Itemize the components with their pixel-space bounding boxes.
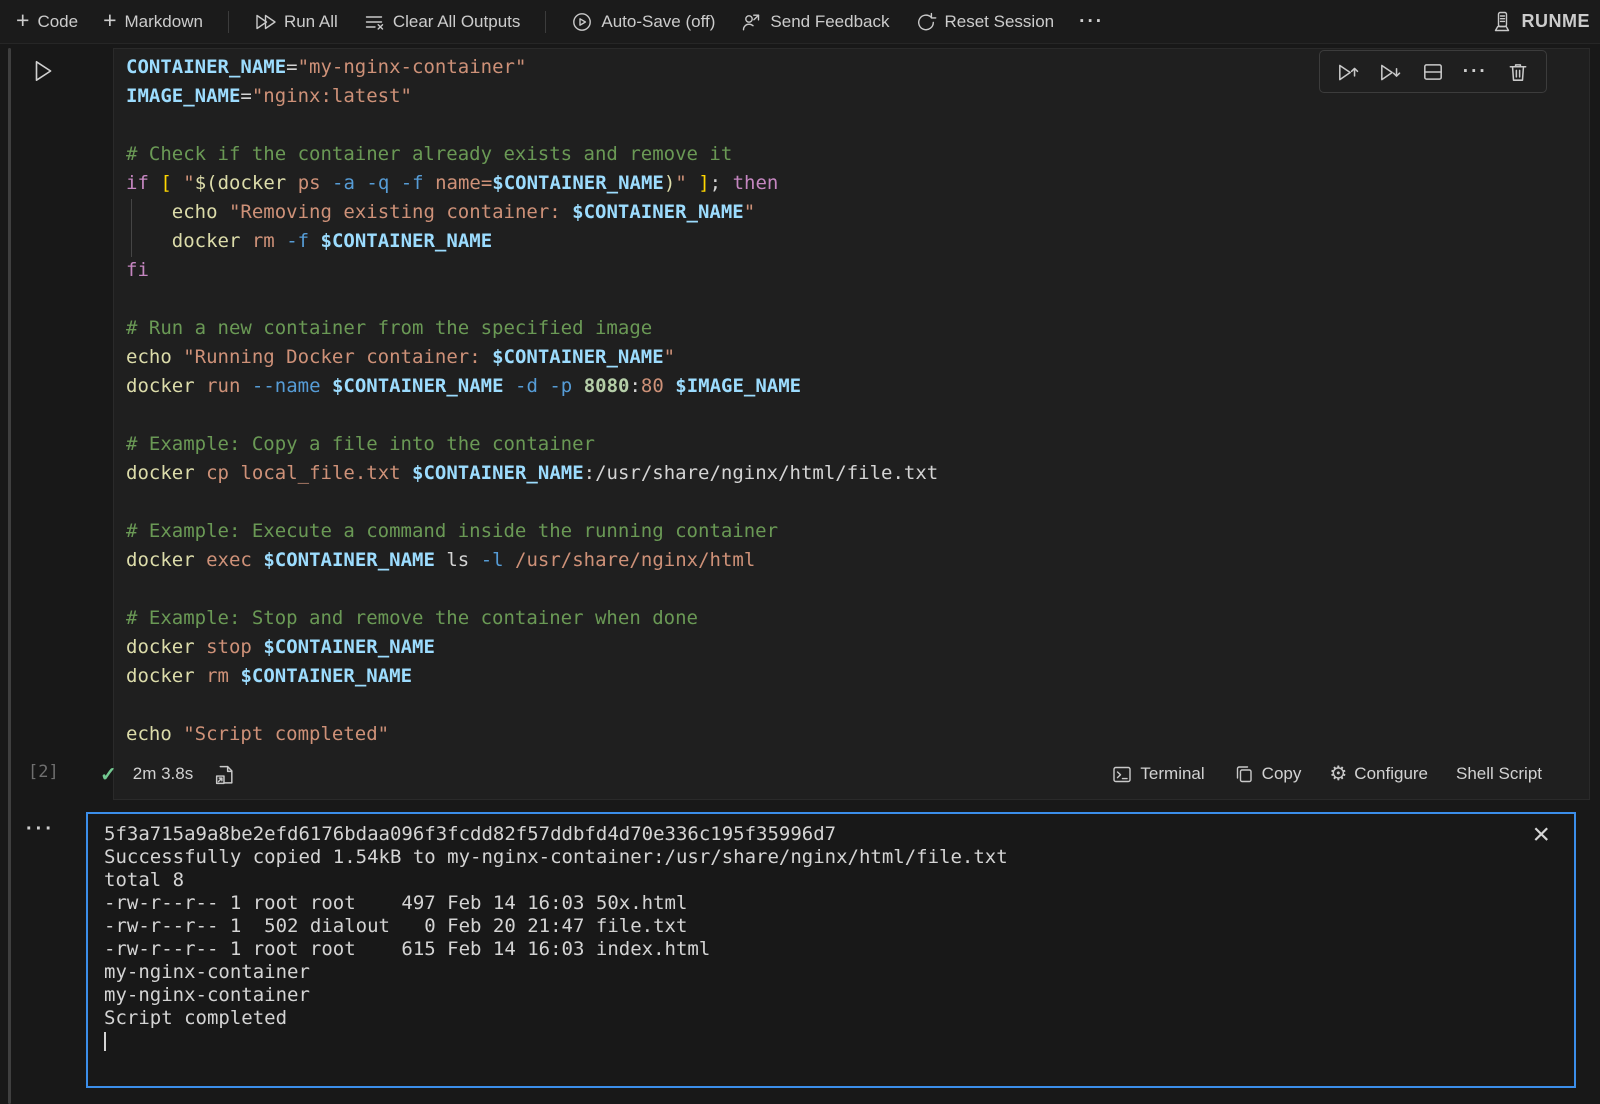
run-all-icon <box>254 11 276 33</box>
language-picker[interactable]: Shell Script <box>1456 764 1542 784</box>
success-check-icon: ✓ <box>100 762 117 787</box>
cell-toolbar: ··· <box>1319 50 1547 93</box>
configure-button[interactable]: ⚙ Configure <box>1329 764 1428 784</box>
output-line: -rw-r--r-- 1 root root 615 Feb 14 16:03 … <box>104 938 1008 961</box>
ellipsis-icon: ··· <box>1079 11 1104 33</box>
send-feedback-label: Send Feedback <box>770 12 889 32</box>
terminal-output: 5f3a715a9a8be2efd6176bdaa096f3fcdd82f57d… <box>104 823 1008 1053</box>
code-line: docker stop $CONTAINER_NAME <box>126 633 1583 662</box>
open-output-icon[interactable] <box>213 763 236 786</box>
language-label: Shell Script <box>1456 764 1542 784</box>
toolbar-separator <box>228 11 229 33</box>
execution-count: [2] <box>28 762 59 782</box>
run-below-button[interactable] <box>1378 60 1402 84</box>
reset-session-label: Reset Session <box>945 12 1055 32</box>
code-editor[interactable]: CONTAINER_NAME="my-nginx-container"IMAGE… <box>126 53 1583 749</box>
code-line: if [ "$(docker ps -a -q -f name=$CONTAIN… <box>126 169 1583 198</box>
code-line: # Check if the container already exists … <box>126 140 1583 169</box>
code-line: echo "Removing existing container: $CONT… <box>126 198 1583 227</box>
cell-status-actions: Terminal Copy ⚙ Configure Shell Script <box>1111 763 1586 785</box>
code-line: docker rm $CONTAINER_NAME <box>126 662 1583 691</box>
close-output-icon[interactable]: × <box>1532 820 1550 850</box>
plus-icon: + <box>16 9 29 32</box>
gear-icon: ⚙ <box>1329 764 1347 784</box>
copy-button[interactable]: Copy <box>1233 763 1302 785</box>
terminal-cursor <box>104 1032 106 1051</box>
code-line: # Example: Copy a file into the containe… <box>126 430 1583 459</box>
code-line <box>126 401 1583 430</box>
add-markdown-label: Markdown <box>125 12 203 32</box>
terminal-label: Terminal <box>1140 764 1204 784</box>
code-cell: CONTAINER_NAME="my-nginx-container"IMAGE… <box>113 48 1590 800</box>
delete-cell-button[interactable] <box>1506 60 1530 84</box>
output-line: -rw-r--r-- 1 root root 497 Feb 14 16:03 … <box>104 892 1008 915</box>
reset-session-icon <box>915 11 937 33</box>
code-line <box>126 575 1583 604</box>
output-line: my-nginx-container <box>104 961 1008 984</box>
output-line: Successfully copied 1.54kB to my-nginx-c… <box>104 846 1008 869</box>
clear-all-outputs-label: Clear All Outputs <box>393 12 521 32</box>
run-all-button[interactable]: Run All <box>254 11 338 33</box>
add-code-label: Code <box>37 12 78 32</box>
cell-output-panel[interactable]: × 5f3a715a9a8be2efd6176bdaa096f3fcdd82f5… <box>86 812 1576 1088</box>
code-line: # Run a new container from the specified… <box>126 314 1583 343</box>
code-line: docker exec $CONTAINER_NAME ls -l /usr/s… <box>126 546 1583 575</box>
toolbar-separator <box>545 11 546 33</box>
toolbar-more-button[interactable]: ··· <box>1079 11 1104 33</box>
ellipsis-icon: ··· <box>1463 61 1488 83</box>
run-above-button[interactable] <box>1336 60 1360 84</box>
output-options-button[interactable]: ··· <box>26 818 55 841</box>
reset-session-button[interactable]: Reset Session <box>915 11 1055 33</box>
runme-brand-label: RUNME <box>1522 11 1591 32</box>
split-cell-button[interactable] <box>1421 60 1445 84</box>
execution-duration: 2m 3.8s <box>133 764 193 784</box>
auto-save-icon <box>571 11 593 33</box>
output-line: 5f3a715a9a8be2efd6176bdaa096f3fcdd82f57d… <box>104 823 1008 846</box>
code-line: docker rm -f $CONTAINER_NAME <box>126 227 1583 256</box>
notebook-toolbar: + Code + Markdown Run All Clear All Outp… <box>0 0 1600 44</box>
terminal-icon <box>1111 763 1133 785</box>
code-line: # Example: Stop and remove the container… <box>126 604 1583 633</box>
code-line: echo "Running Docker container: $CONTAIN… <box>126 343 1583 372</box>
terminal-button[interactable]: Terminal <box>1111 763 1204 785</box>
code-line: echo "Script completed" <box>126 720 1583 749</box>
auto-save-label: Auto-Save (off) <box>601 12 715 32</box>
copy-icon <box>1233 763 1255 785</box>
code-line <box>126 111 1583 140</box>
cell-status-bar: ✓ 2m 3.8s Terminal Copy ⚙ Configure Shel… <box>100 756 1586 792</box>
code-line <box>126 691 1583 720</box>
code-line: docker cp local_file.txt $CONTAINER_NAME… <box>126 459 1583 488</box>
output-line: my-nginx-container <box>104 984 1008 1007</box>
auto-save-toggle[interactable]: Auto-Save (off) <box>571 11 715 33</box>
output-line: -rw-r--r-- 1 502 dialout 0 Feb 20 21:47 … <box>104 915 1008 938</box>
output-line: Script completed <box>104 1007 1008 1030</box>
output-line: total 8 <box>104 869 1008 892</box>
code-line: fi <box>126 256 1583 285</box>
add-code-button[interactable]: + Code <box>16 11 78 32</box>
copy-label: Copy <box>1262 764 1302 784</box>
code-line <box>126 488 1583 517</box>
plus-icon: + <box>103 9 116 32</box>
code-line: # Example: Execute a command inside the … <box>126 517 1583 546</box>
configure-label: Configure <box>1354 764 1428 784</box>
clear-all-outputs-button[interactable]: Clear All Outputs <box>363 11 521 33</box>
code-line <box>126 285 1583 314</box>
code-line: docker run --name $CONTAINER_NAME -d -p … <box>126 372 1583 401</box>
run-all-label: Run All <box>284 12 338 32</box>
clear-all-outputs-icon <box>363 11 385 33</box>
runme-logo-icon <box>1490 10 1514 34</box>
send-feedback-button[interactable]: Send Feedback <box>740 11 889 33</box>
send-feedback-icon <box>740 11 762 33</box>
indent-guide <box>131 199 132 257</box>
more-actions-button[interactable]: ··· <box>1463 61 1488 83</box>
cell-focus-indicator <box>8 48 11 1104</box>
add-markdown-button[interactable]: + Markdown <box>103 11 203 32</box>
runme-brand[interactable]: RUNME <box>1490 10 1591 34</box>
run-cell-button[interactable] <box>30 58 56 84</box>
